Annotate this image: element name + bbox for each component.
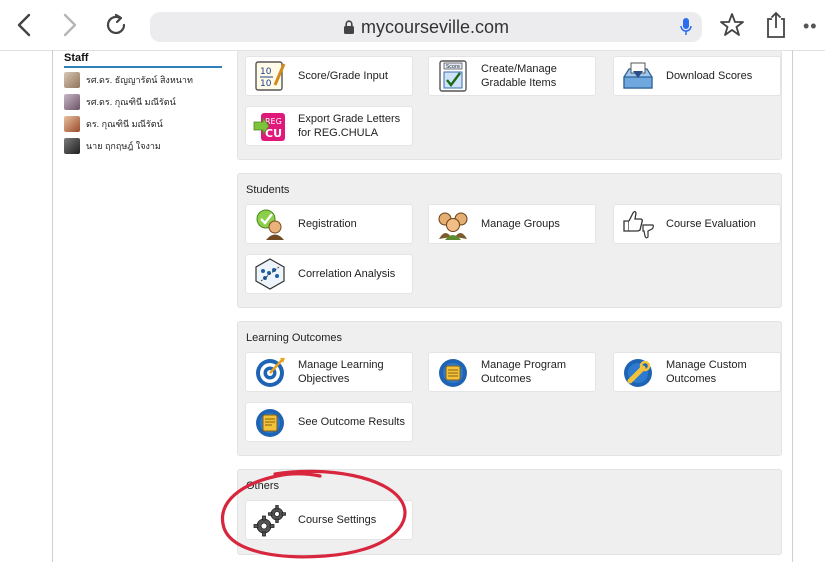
correlation-icon bbox=[252, 256, 288, 292]
avatar bbox=[64, 94, 80, 110]
avatar bbox=[64, 116, 80, 132]
others-section: Others Course Settings bbox=[237, 469, 782, 555]
registration-card[interactable]: Registration bbox=[245, 204, 413, 244]
card-label: Score/Grade Input bbox=[298, 70, 388, 82]
staff-title: Staff bbox=[64, 52, 222, 68]
course-settings-card[interactable]: Course Settings bbox=[245, 500, 413, 540]
svg-text:CU: CU bbox=[265, 127, 282, 140]
reg-cu-icon: REG CU bbox=[252, 108, 288, 144]
share-icon bbox=[767, 12, 785, 38]
address-bar[interactable]: mycourseville.com bbox=[150, 12, 702, 42]
section-title: Learning Outcomes bbox=[246, 332, 342, 344]
card-label: Course Evaluation bbox=[666, 218, 756, 230]
card-label: Download Scores bbox=[666, 70, 753, 82]
score-input-icon: 10 10 bbox=[252, 58, 288, 94]
students-section: Students Registration Manage Groups Cour… bbox=[237, 173, 782, 308]
staff-member[interactable]: รศ.ดร. ธัญญารัตน์ สิงหนาท bbox=[64, 70, 222, 90]
gears-icon bbox=[252, 502, 288, 538]
export-grade-letters-card[interactable]: REG CU Export Grade Letters for REG.CHULA bbox=[245, 106, 413, 146]
reload-icon bbox=[106, 13, 126, 34]
browser-toolbar: mycourseville.com •• bbox=[0, 0, 825, 51]
section-title: Students bbox=[246, 184, 290, 196]
course-evaluation-card[interactable]: Course Evaluation bbox=[613, 204, 781, 244]
card-label: Manage Custom Outcomes bbox=[666, 359, 747, 385]
correlation-analysis-card[interactable]: Correlation Analysis bbox=[245, 254, 413, 294]
card-label: Course Settings bbox=[298, 514, 377, 526]
manage-learning-objectives-card[interactable]: Manage Learning Objectives bbox=[245, 352, 413, 392]
card-label: Export Grade Letters for REG.CHULA bbox=[298, 113, 401, 139]
svg-text:Score: Score bbox=[446, 64, 460, 70]
outcome-results-icon bbox=[252, 404, 288, 440]
chevron-left-icon bbox=[17, 13, 31, 37]
create-manage-gradable-items-card[interactable]: Score Create/Manage Gradable Items bbox=[428, 56, 596, 96]
staff-name: รศ.ดร. กุณฑินี มณีรัตน์ bbox=[86, 97, 176, 107]
card-label: Create/Manage Gradable Items bbox=[481, 63, 557, 89]
svg-text:10: 10 bbox=[260, 67, 272, 77]
forward-button[interactable] bbox=[54, 9, 86, 41]
program-outcome-icon bbox=[435, 354, 471, 390]
card-label: Manage Groups bbox=[481, 218, 560, 230]
card-label: See Outcome Results bbox=[298, 416, 405, 428]
url-text: mycourseville.com bbox=[360, 16, 510, 37]
registration-icon bbox=[252, 206, 288, 242]
download-scores-card[interactable]: Download Scores bbox=[613, 56, 781, 96]
share-button[interactable] bbox=[760, 9, 792, 41]
bookmark-button[interactable] bbox=[716, 9, 748, 41]
chevron-right-icon bbox=[63, 13, 77, 37]
star-icon bbox=[720, 13, 744, 36]
target-icon bbox=[252, 354, 288, 390]
card-label: Manage Learning Objectives bbox=[298, 359, 384, 385]
manage-custom-outcomes-card[interactable]: Manage Custom Outcomes bbox=[613, 352, 781, 392]
score-grade-input-card[interactable]: 10 10 Score/Grade Input bbox=[245, 56, 413, 96]
thumbs-up-down-icon bbox=[620, 206, 656, 242]
staff-member[interactable]: นาย ฤกฤษฎ์ ใจงาม bbox=[64, 136, 222, 156]
svg-text:10: 10 bbox=[260, 79, 272, 89]
card-label: Registration bbox=[298, 218, 357, 230]
microphone-icon[interactable] bbox=[680, 17, 692, 42]
see-outcome-results-card[interactable]: See Outcome Results bbox=[245, 402, 413, 442]
card-label: Correlation Analysis bbox=[298, 268, 396, 280]
staff-name: รศ.ดร. ธัญญารัตน์ สิงหนาท bbox=[86, 75, 193, 85]
learning-outcomes-section: Learning Outcomes Manage Learning Object… bbox=[237, 321, 782, 456]
custom-outcome-icon bbox=[620, 354, 656, 390]
back-button[interactable] bbox=[8, 9, 40, 41]
avatar bbox=[64, 138, 80, 154]
reload-button[interactable] bbox=[100, 9, 132, 41]
download-tray-icon bbox=[620, 58, 656, 94]
lock-icon bbox=[343, 20, 355, 34]
avatar bbox=[64, 72, 80, 88]
staff-name: ดร. กุณฑินี มณีรัตน์ bbox=[86, 119, 163, 129]
grading-section: 10 10 Score/Grade Input Score Create/Mana… bbox=[237, 50, 782, 160]
section-title: Others bbox=[246, 480, 280, 492]
page-border-right bbox=[792, 50, 793, 562]
staff-panel: Staff รศ.ดร. ธัญญารัตน์ สิงหนาท รศ.ดร. ก… bbox=[64, 52, 222, 156]
card-label: Manage Program Outcomes bbox=[481, 359, 566, 385]
manage-groups-card[interactable]: Manage Groups bbox=[428, 204, 596, 244]
staff-member[interactable]: ดร. กุณฑินี มณีรัตน์ bbox=[64, 114, 222, 134]
group-icon bbox=[435, 206, 471, 242]
gradable-items-icon: Score bbox=[435, 58, 471, 94]
manage-program-outcomes-card[interactable]: Manage Program Outcomes bbox=[428, 352, 596, 392]
staff-member[interactable]: รศ.ดร. กุณฑินี มณีรัตน์ bbox=[64, 92, 222, 112]
more-icon[interactable]: •• bbox=[803, 16, 818, 37]
staff-name: นาย ฤกฤษฎ์ ใจงาม bbox=[86, 141, 161, 151]
page-border-left bbox=[52, 50, 53, 562]
